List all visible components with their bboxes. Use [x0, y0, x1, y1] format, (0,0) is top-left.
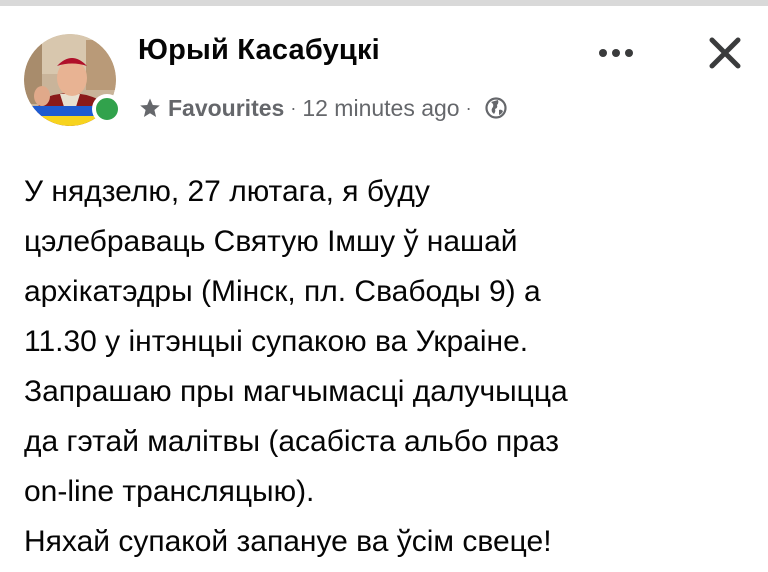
post-line: У нядзелю, 27 лютага, я буду	[24, 175, 430, 208]
post-line: цэлебраваць Святую Імшу ў нашай	[24, 225, 518, 258]
post-line: Няхай супакой запануе ва ўсім свеце!	[24, 525, 552, 558]
post-card: Юрый Касабуцкі Favourites · 12 minutes a…	[0, 0, 768, 572]
author-avatar[interactable]	[24, 34, 122, 126]
post-body: У нядзелю, 27 лютага, я буду цэлебраваць…	[24, 167, 744, 567]
post-line: on-line трансляцыю).	[24, 475, 315, 508]
post-line: да гэтай малітвы (асабіста альбо праз	[24, 425, 560, 458]
online-status-dot	[92, 94, 122, 124]
meta-separator-2: ·	[465, 97, 472, 118]
close-icon	[709, 37, 741, 69]
audience-label[interactable]: Favourites	[168, 95, 284, 122]
more-horizontal-icon	[599, 49, 633, 57]
post-timestamp[interactable]: 12 minutes ago	[302, 95, 459, 122]
author-name[interactable]: Юрый Касабуцкі	[138, 34, 380, 67]
globe-icon	[484, 96, 508, 120]
meta-separator: ·	[290, 97, 297, 118]
close-button[interactable]	[698, 26, 752, 80]
post-line: Запрашаю пры магчымасці далучыцца	[24, 375, 568, 408]
post-line: архікатэдры (Мінск, пл. Свабоды 9) а	[24, 275, 541, 308]
post-meta: Favourites · 12 minutes ago ·	[138, 92, 508, 124]
more-options-button[interactable]	[590, 38, 642, 68]
star-icon	[138, 96, 162, 120]
post-line: 11.30 у інтэнцыі супакою ва Украіне.	[24, 325, 529, 358]
